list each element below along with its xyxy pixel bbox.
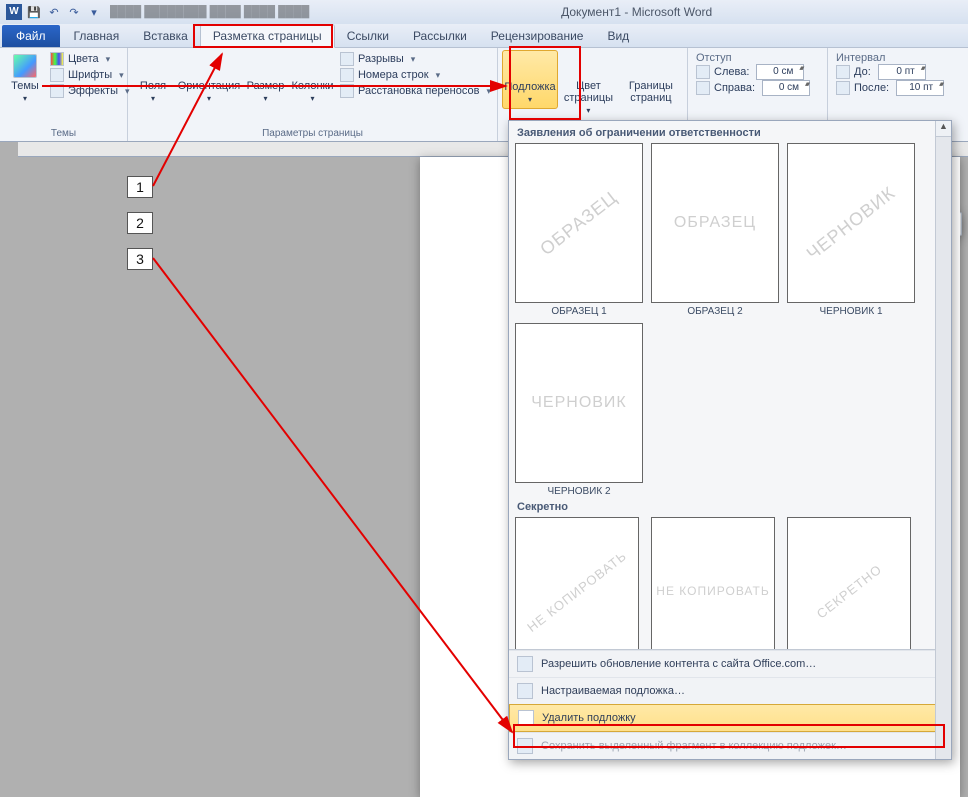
undo-icon[interactable]: ↶ (46, 4, 62, 20)
spacing-before-field[interactable]: 0 пт (878, 64, 926, 80)
qat-customize-icon[interactable]: ▾ (86, 4, 102, 20)
spacing-title: Интервал (836, 52, 950, 64)
callout-1: 1 (127, 176, 153, 198)
watermark-gallery: ▲ Заявления об ограничении ответственнос… (508, 120, 952, 760)
watermark-nocopy2[interactable]: НЕ КОПИРОВАТЬ НЕ КОПИРОВАТЬ 2 (651, 517, 779, 649)
size-button[interactable]: Размер▾ (244, 50, 287, 107)
indent-left-icon (696, 65, 710, 79)
tab-view[interactable]: Вид (595, 25, 641, 47)
section-disclaimer: Заявления об ограничении ответственности (515, 123, 933, 143)
tab-page-layout[interactable]: Разметка страницы (200, 24, 335, 48)
hyphenation-button[interactable]: Расстановка переносов (340, 84, 491, 98)
spacing-before-icon (836, 65, 850, 79)
spacing-after-row: После:10 пт (836, 80, 950, 96)
indent-right-field[interactable]: 0 см (762, 80, 810, 96)
save-selection-icon (517, 738, 533, 754)
spacing-after-field[interactable]: 10 пт (896, 80, 944, 96)
save-icon[interactable]: 💾 (26, 4, 42, 20)
fonts-icon (50, 68, 64, 82)
menu-custom-watermark[interactable]: Настраиваемая подложка… (509, 677, 951, 704)
spacing-after-icon (836, 81, 850, 95)
breaks-icon (340, 52, 354, 66)
section-secret: Секретно (515, 497, 933, 517)
menu-save-selection: Сохранить выделенный фрагмент в коллекци… (509, 732, 951, 759)
line-numbers-icon (340, 68, 354, 82)
callout-3: 3 (127, 248, 153, 270)
ribbon-tabs: Файл Главная Вставка Разметка страницы С… (0, 24, 968, 48)
tab-home[interactable]: Главная (62, 25, 132, 47)
theme-fonts[interactable]: Шрифты (50, 68, 130, 82)
tab-insert[interactable]: Вставка (131, 25, 200, 47)
title-bar: W 💾 ↶ ↷ ▾ ████ ████████ ████ ████ ████ Д… (0, 0, 968, 24)
spacing-before-row: До:0 пт (836, 64, 950, 80)
themes-icon (13, 54, 37, 78)
gallery-footer: Разрешить обновление контента с сайта Of… (509, 649, 951, 759)
columns-button[interactable]: Колонки▾ (289, 50, 336, 107)
window-title: Документ1 - Microsoft Word (309, 5, 964, 19)
watermark-secret1[interactable]: СЕКРЕТНО СЕКРЕТНО 1 (787, 517, 915, 649)
watermark-sample2[interactable]: ОБРАЗЕЦ ОБРАЗЕЦ 2 (651, 143, 779, 317)
watermark-sample1[interactable]: ОБРАЗЕЦ ОБРАЗЕЦ 1 (515, 143, 643, 317)
gallery-scrollbar[interactable]: ▲ (935, 121, 951, 759)
menu-office-update[interactable]: Разрешить обновление контента с сайта Of… (509, 650, 951, 677)
blurred-title: ████ ████████ ████ ████ ████ (110, 6, 309, 18)
group-label-page-setup: Параметры страницы (132, 126, 493, 139)
breaks-button[interactable]: Разрывы (340, 52, 491, 66)
page-borders-button[interactable]: Границы страниц (619, 50, 683, 108)
line-numbers-button[interactable]: Номера строк (340, 68, 491, 82)
globe-icon (517, 656, 533, 672)
tab-review[interactable]: Рецензирование (479, 25, 596, 47)
callout-2: 2 (127, 212, 153, 234)
theme-colors[interactable]: Цвета (50, 52, 130, 66)
tab-mailings[interactable]: Рассылки (401, 25, 479, 47)
app-icon: W (6, 4, 22, 20)
tab-file[interactable]: Файл (2, 25, 60, 47)
margins-button[interactable]: Поля▾ (132, 50, 174, 107)
themes-label: Темы (11, 80, 39, 92)
indent-left-row: Слева:0 см (696, 64, 819, 80)
indent-title: Отступ (696, 52, 819, 64)
indent-right-icon (696, 81, 710, 95)
page-color-button[interactable]: Цвет страницы▾ (560, 50, 617, 119)
orientation-button[interactable]: Ориентация▾ (176, 50, 242, 107)
group-themes: Темы ▾ Цвета Шрифты Эффекты Темы (0, 48, 128, 141)
indent-left-field[interactable]: 0 см (756, 64, 804, 80)
tab-references[interactable]: Ссылки (335, 25, 401, 47)
remove-icon (518, 710, 534, 726)
indent-right-row: Справа:0 см (696, 80, 819, 96)
group-label-themes: Темы (4, 126, 123, 139)
colors-icon (50, 52, 64, 66)
theme-effects[interactable]: Эффекты (50, 84, 130, 98)
themes-button[interactable]: Темы ▾ (4, 50, 46, 107)
menu-remove-watermark[interactable]: Удалить подложку (509, 704, 951, 732)
effects-icon (50, 84, 64, 98)
watermark-draft1[interactable]: ЧЕРНОВИК ЧЕРНОВИК 1 (787, 143, 915, 317)
group-page-setup: Поля▾ Ориентация▾ Размер▾ Колонки▾ Разры… (128, 48, 498, 141)
redo-icon[interactable]: ↷ (66, 4, 82, 20)
watermark-button[interactable]: А Подложка▾ (502, 50, 558, 109)
watermark-nocopy1[interactable]: НЕ КОПИРОВАТЬ НЕ КОПИРОВАТЬ 1 (515, 517, 643, 649)
watermark-draft2[interactable]: ЧЕРНОВИК ЧЕРНОВИК 2 (515, 323, 643, 497)
custom-icon (517, 683, 533, 699)
hyphenation-icon (340, 84, 354, 98)
